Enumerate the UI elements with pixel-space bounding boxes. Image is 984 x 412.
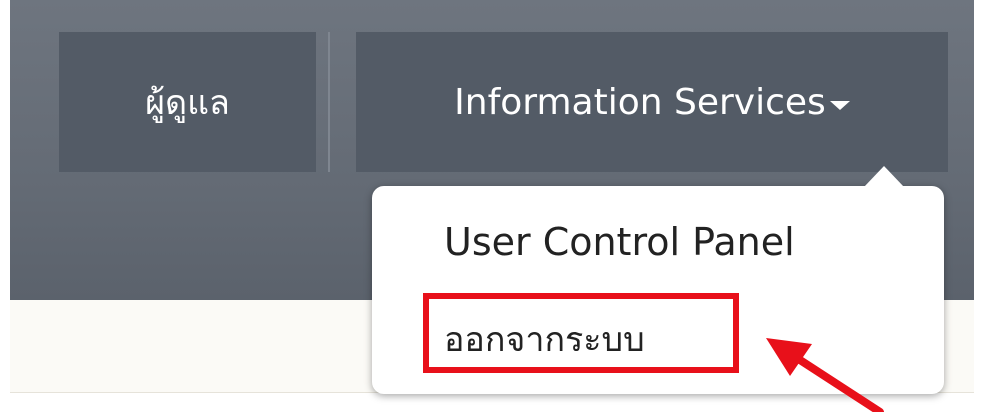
nav-admin-button[interactable]: ผู้ดูแล — [59, 32, 316, 172]
nav-information-services-label: Information Services — [454, 81, 826, 123]
page-content-lower — [10, 393, 974, 412]
logout-highlight-box — [423, 293, 739, 373]
nav-divider — [328, 32, 330, 172]
nav-admin-label: ผู้ดูแล — [145, 83, 230, 123]
screenshot-frame: ผู้ดูแล Information Services User Contro… — [0, 0, 984, 412]
nav-information-services-button[interactable]: Information Services — [356, 32, 948, 172]
dropdown-pointer — [864, 166, 904, 187]
caret-down-icon — [829, 100, 850, 110]
menu-item-user-control-panel[interactable]: User Control Panel — [444, 220, 795, 264]
